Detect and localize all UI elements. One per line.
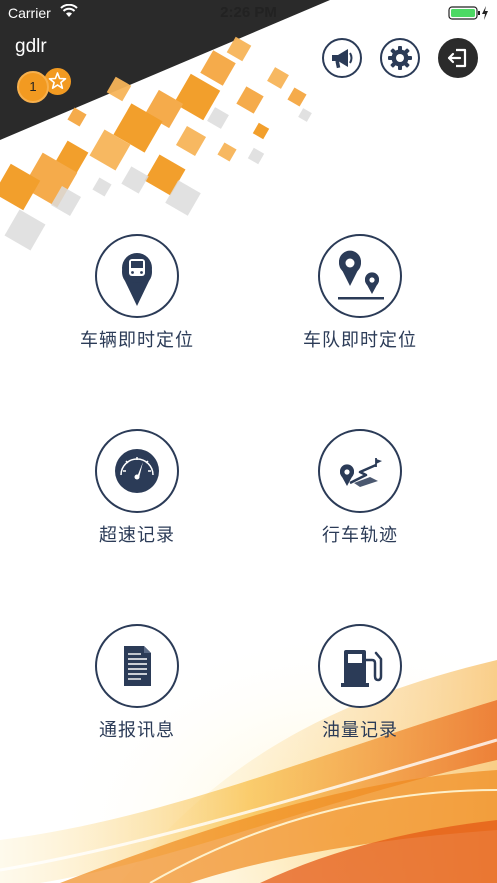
vehicle-location-button[interactable] [95, 234, 179, 318]
vehicle-location-tile[interactable]: 车辆即时定位 [62, 234, 212, 352]
megaphone-icon [332, 49, 353, 69]
speeding-record-label: 超速记录 [99, 525, 175, 546]
status-bar: Carrier 2:26 PM [0, 0, 497, 26]
notifications-button[interactable] [95, 624, 179, 708]
fleet-location-tile[interactable]: 车队即时定位 [285, 234, 435, 352]
map-pins-icon [338, 250, 384, 300]
speeding-record-button[interactable] [95, 429, 179, 513]
speeding-record-tile[interactable]: 超速记录 [62, 429, 212, 547]
username: gdlr [15, 36, 47, 57]
document-icon [124, 646, 151, 686]
notifications-tile[interactable]: 通报讯息 [62, 624, 212, 742]
driving-track-button[interactable] [318, 429, 402, 513]
driving-track-tile[interactable]: 行车轨迹 [285, 429, 435, 547]
status-time: 2:26 PM [220, 4, 277, 21]
fuel-record-label: 油量记录 [322, 720, 398, 741]
gear-icon [388, 46, 412, 70]
fleet-location-label: 车队即时定位 [303, 330, 417, 351]
fuel-pump-icon [341, 650, 383, 687]
fleet-location-button[interactable] [318, 234, 402, 318]
announcement-button[interactable] [322, 38, 362, 78]
driving-track-label: 行车轨迹 [322, 525, 398, 546]
notifications-label: 通报讯息 [99, 720, 175, 741]
fuel-record-tile[interactable]: 油量记录 [285, 624, 435, 742]
settings-button[interactable] [380, 38, 420, 78]
speedometer-icon [115, 449, 159, 493]
battery-icon [448, 6, 488, 20]
logout-button[interactable] [438, 38, 478, 78]
fuel-record-button[interactable] [318, 624, 402, 708]
vehicle-location-label: 车辆即时定位 [80, 330, 194, 351]
bus-pin-icon [122, 253, 152, 306]
logout-icon [447, 48, 467, 68]
route-icon [340, 458, 382, 487]
level-badge: 1 [17, 71, 49, 103]
